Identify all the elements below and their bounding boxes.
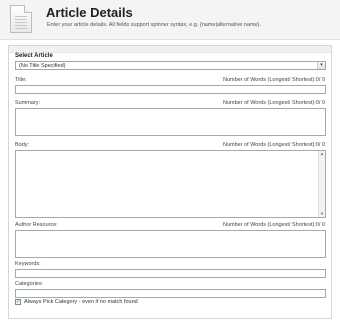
always-pick-category-checkbox[interactable]: ✓ <box>15 299 21 305</box>
body-label: Body: <box>15 142 30 148</box>
page-header: Article Details Enter your article detai… <box>0 0 340 40</box>
checkmark-icon: ✓ <box>16 299 21 305</box>
author-resource-textarea[interactable] <box>15 230 326 258</box>
article-form-panel: Select Article (No Title Specified) ▾ Ti… <box>8 45 332 319</box>
body-textarea[interactable]: ▲ ▼ <box>15 150 326 218</box>
author-resource-word-count: Number of Words (Longest/ Shortest):0/ 0 <box>223 222 325 228</box>
author-resource-label: Author Resource: <box>15 222 58 228</box>
body-scrollbar[interactable]: ▲ ▼ <box>318 151 325 217</box>
title-label: Title: <box>15 77 27 83</box>
arrow-down-icon[interactable]: ▼ <box>319 211 325 217</box>
page-title: Article Details <box>46 5 133 20</box>
summary-textarea[interactable] <box>15 108 326 136</box>
title-word-count: Number of Words (Longest/ Shortest):0/ 0 <box>223 77 325 83</box>
body-word-count: Number of Words (Longest/ Shortest):0/ 0 <box>223 142 325 148</box>
select-article-value: (No Title Specified) <box>19 63 66 69</box>
page-subtitle: Enter your article details. All fields s… <box>47 22 261 28</box>
summary-label: Summary: <box>15 100 41 106</box>
always-pick-category-label: Always Pick Category - even if no match … <box>24 299 138 305</box>
title-input[interactable] <box>15 85 326 94</box>
summary-word-count: Number of Words (Longest/ Shortest):0/ 0 <box>223 100 325 106</box>
panel-header-bar <box>9 46 331 53</box>
select-article-label: Select Article <box>15 53 53 59</box>
select-article-dropdown[interactable]: (No Title Specified) ▾ <box>15 61 326 70</box>
arrow-up-icon[interactable]: ▲ <box>319 151 325 157</box>
categories-input[interactable] <box>15 289 326 298</box>
categories-label: Categories: <box>15 281 44 287</box>
chevron-down-icon[interactable]: ▾ <box>317 62 325 69</box>
document-icon <box>10 5 32 33</box>
keywords-label: Keywords: <box>15 261 41 267</box>
keywords-input[interactable] <box>15 269 326 278</box>
